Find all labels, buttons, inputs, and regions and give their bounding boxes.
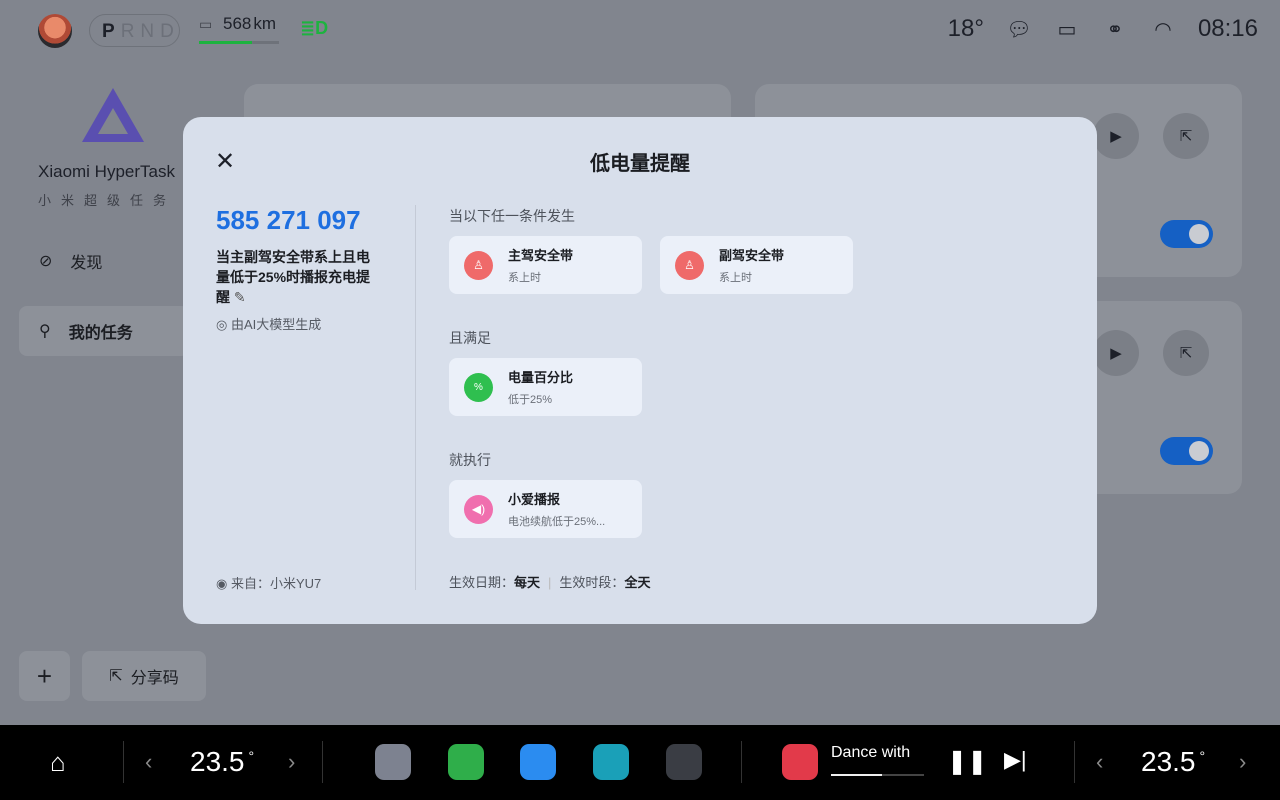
- link-icon[interactable]: ⚭: [1102, 17, 1128, 41]
- action-heading: 就执行: [449, 452, 491, 468]
- message-icon[interactable]: 💬︎: [1006, 17, 1032, 41]
- range-readout: 568 km: [223, 14, 277, 33]
- battery-percent-icon: %: [464, 372, 493, 402]
- task-toggle[interactable]: [1160, 437, 1213, 465]
- right-temp-down[interactable]: ‹: [1096, 749, 1103, 775]
- eye-icon: ◉: [216, 576, 228, 591]
- low-battery-dialog: ✕ 低电量提醒 585 271 097 当主副驾安全带系上且电量低于25%时播报…: [183, 117, 1097, 624]
- apps-folder-icon[interactable]: [666, 744, 702, 780]
- action-item[interactable]: ◀) 小爱播报 电池续航低于25%...: [449, 480, 642, 538]
- video-call-app-icon[interactable]: [520, 744, 556, 780]
- share-button[interactable]: ⇱: [1163, 113, 1209, 159]
- right-temp-up[interactable]: ›: [1239, 749, 1246, 775]
- source: ◉ 来自：小米YU7: [216, 576, 322, 591]
- compass-icon: ⊘: [39, 253, 53, 270]
- share-code: 585 271 097: [216, 205, 361, 235]
- gear-indicator: PRND: [89, 14, 180, 47]
- brand-name-cn: 小米超级任务: [38, 193, 177, 208]
- next-button[interactable]: ▶|: [1004, 747, 1027, 773]
- battery-icon: ▭: [199, 16, 213, 32]
- dock: ⌂ ‹ 23.5 ° › Dance with ❚❚ ▶| ‹ 23.5 ° ›: [0, 725, 1280, 800]
- user-icon: ⚲: [39, 323, 51, 340]
- condition-heading: 且满足: [449, 330, 491, 346]
- trigger-item[interactable]: ♙ 主驾安全带 系上时: [449, 236, 642, 294]
- song-progress[interactable]: [831, 774, 924, 776]
- clock: 08:16: [1197, 15, 1258, 42]
- divider: [415, 205, 416, 590]
- song-title: Dance with: [831, 744, 911, 761]
- sidebar-item-my-tasks[interactable]: ⚲ 我的任务: [19, 306, 189, 356]
- brand-name: Xiaomi HyperTask: [38, 162, 175, 181]
- avatar[interactable]: [38, 14, 72, 48]
- wifi-icon: ◠: [1154, 18, 1172, 41]
- right-temperature: 23.5 °: [1141, 746, 1206, 777]
- dialog-title: 低电量提醒: [590, 153, 690, 175]
- schedule-info: 生效日期：每天 | 生效时段：全天: [449, 575, 651, 590]
- share-icon: ⇱: [109, 668, 123, 685]
- gear-others: RND: [120, 21, 180, 42]
- play-button[interactable]: ▶: [1093, 113, 1139, 159]
- seat-app-icon[interactable]: [593, 744, 629, 780]
- task-description: 当主副驾安全带系上且电量低于25%时播报充电提醒 ✎: [216, 249, 371, 305]
- share-code-label: 分享码: [130, 670, 179, 687]
- ai-icon: ◎: [216, 317, 228, 332]
- settings-app-icon[interactable]: [375, 744, 411, 780]
- gear-active: P: [102, 21, 121, 42]
- left-temperature: 23.5 °: [190, 746, 255, 777]
- seatbelt-icon: ♙: [464, 250, 493, 280]
- ai-note: ◎ 由AI大模型生成: [216, 317, 322, 332]
- condition-item[interactable]: % 电量百分比 低于25%: [449, 358, 642, 416]
- pause-button[interactable]: ❚❚: [947, 747, 987, 776]
- add-task-button[interactable]: +: [19, 651, 70, 701]
- trigger-item[interactable]: ♙ 副驾安全带 系上时: [660, 236, 853, 294]
- sidebar-item-label: 发现: [70, 255, 103, 272]
- status-bar: PRND ▭ 568 km ≣D 18° 💬︎ ▭ ⚭ ◠ 08:16: [0, 0, 1280, 60]
- share-code-button[interactable]: ⇱ 分享码: [82, 651, 206, 701]
- navigation-app-icon[interactable]: [448, 744, 484, 780]
- home-icon[interactable]: ⌂: [50, 747, 66, 778]
- task-toggle[interactable]: [1160, 220, 1213, 248]
- headlight-icon: ≣D: [300, 18, 329, 38]
- album-art[interactable]: [782, 744, 818, 780]
- temperature: 18°: [947, 15, 984, 42]
- hypertask-logo: [82, 88, 144, 142]
- play-button[interactable]: ▶: [1093, 330, 1139, 376]
- share-button[interactable]: ⇱: [1163, 330, 1209, 376]
- sidebar-item-label: 我的任务: [68, 325, 133, 342]
- seatbelt-icon: ♙: [675, 250, 704, 280]
- trigger-heading: 当以下任一条件发生: [449, 208, 575, 224]
- battery-bar: [199, 41, 279, 44]
- left-temp-up[interactable]: ›: [288, 749, 295, 775]
- camera-icon[interactable]: ▭: [1054, 17, 1080, 41]
- speaker-icon: ◀): [464, 494, 493, 524]
- left-temp-down[interactable]: ‹: [145, 749, 152, 775]
- edit-icon[interactable]: ✎: [234, 289, 246, 305]
- sidebar-item-discover[interactable]: ⊘ 发现: [19, 236, 189, 286]
